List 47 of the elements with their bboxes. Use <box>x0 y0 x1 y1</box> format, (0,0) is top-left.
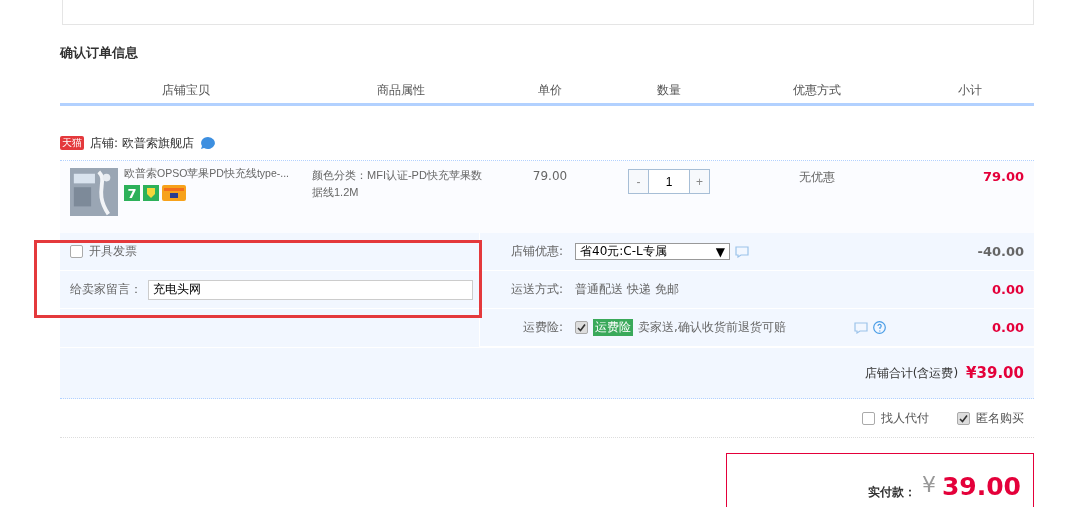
option-checkbox[interactable] <box>957 411 970 425</box>
row-label: 运送方式: <box>509 281 564 298</box>
column-header: 小计 <box>906 76 1034 103</box>
product-title[interactable]: 欧普索OPSO苹果PD快充线type-... <box>124 167 290 181</box>
product-attributes: 颜色分类：MFI认证-PD快充苹果数据线1.2M <box>312 168 483 200</box>
chat-icon[interactable] <box>853 321 868 334</box>
shipping-method: 普通配送 快递 免邮 <box>575 281 679 298</box>
row-label: 店铺优惠: <box>509 243 564 260</box>
insurance-text: 卖家送,确认收货前退货可赔 <box>638 319 786 336</box>
section-title: 确认订单信息 <box>60 44 139 62</box>
store-total-amount: ¥39.00 <box>966 364 1024 382</box>
payment-amount: 39.00 <box>941 472 1021 501</box>
chat-bubble-icon[interactable] <box>199 136 216 150</box>
unit-price: 79.00 <box>531 168 569 185</box>
option-checkbox[interactable] <box>862 411 875 425</box>
column-header: 数量 <box>610 76 728 103</box>
column-header: 商品属性 <box>312 76 490 103</box>
tmall-badge: 天猫 <box>60 136 84 150</box>
option-label: 找人代付 <box>881 409 929 427</box>
option-label: 匿名购买 <box>976 409 1024 427</box>
chat-icon[interactable] <box>735 245 749 258</box>
quantity-input[interactable]: 1 <box>649 169 689 194</box>
row-amount: 0.00 <box>990 282 1025 297</box>
payment-label: 实付款： <box>867 484 916 501</box>
column-header: 优惠方式 <box>728 76 906 103</box>
card-badge-icon <box>162 185 186 201</box>
row-label: 运费险: <box>521 319 564 336</box>
discount-text: 无优惠 <box>798 169 836 186</box>
insurance-tag: 运费险 <box>593 319 633 336</box>
seven-day-badge: 7 <box>124 185 140 201</box>
invoice-label: 开具发票 <box>89 243 137 260</box>
coupon-select[interactable]: 省40元:C-L专属 ▼ <box>575 243 730 260</box>
help-icon[interactable] <box>872 321 886 334</box>
column-header: 单价 <box>490 76 610 103</box>
row-amount: -40.00 <box>976 244 1025 259</box>
minus-button[interactable]: - <box>628 169 649 194</box>
store-total-label: 店铺合计(含运费) <box>864 364 959 382</box>
currency-sign: ¥ <box>921 472 936 497</box>
message-label: 给卖家留言： <box>70 281 142 298</box>
invoice-checkbox[interactable] <box>70 245 83 258</box>
store-name[interactable]: 店铺: 欧普索旗舰店 <box>90 134 194 152</box>
insurance-checkbox[interactable] <box>575 321 588 334</box>
row-amount: 0.00 <box>990 320 1025 335</box>
subtotal: 79.00 <box>981 168 1025 186</box>
column-header: 店铺宝贝 <box>60 76 312 103</box>
shield-badge-icon <box>143 185 159 201</box>
message-field[interactable]: 充电头网 <box>148 279 473 300</box>
